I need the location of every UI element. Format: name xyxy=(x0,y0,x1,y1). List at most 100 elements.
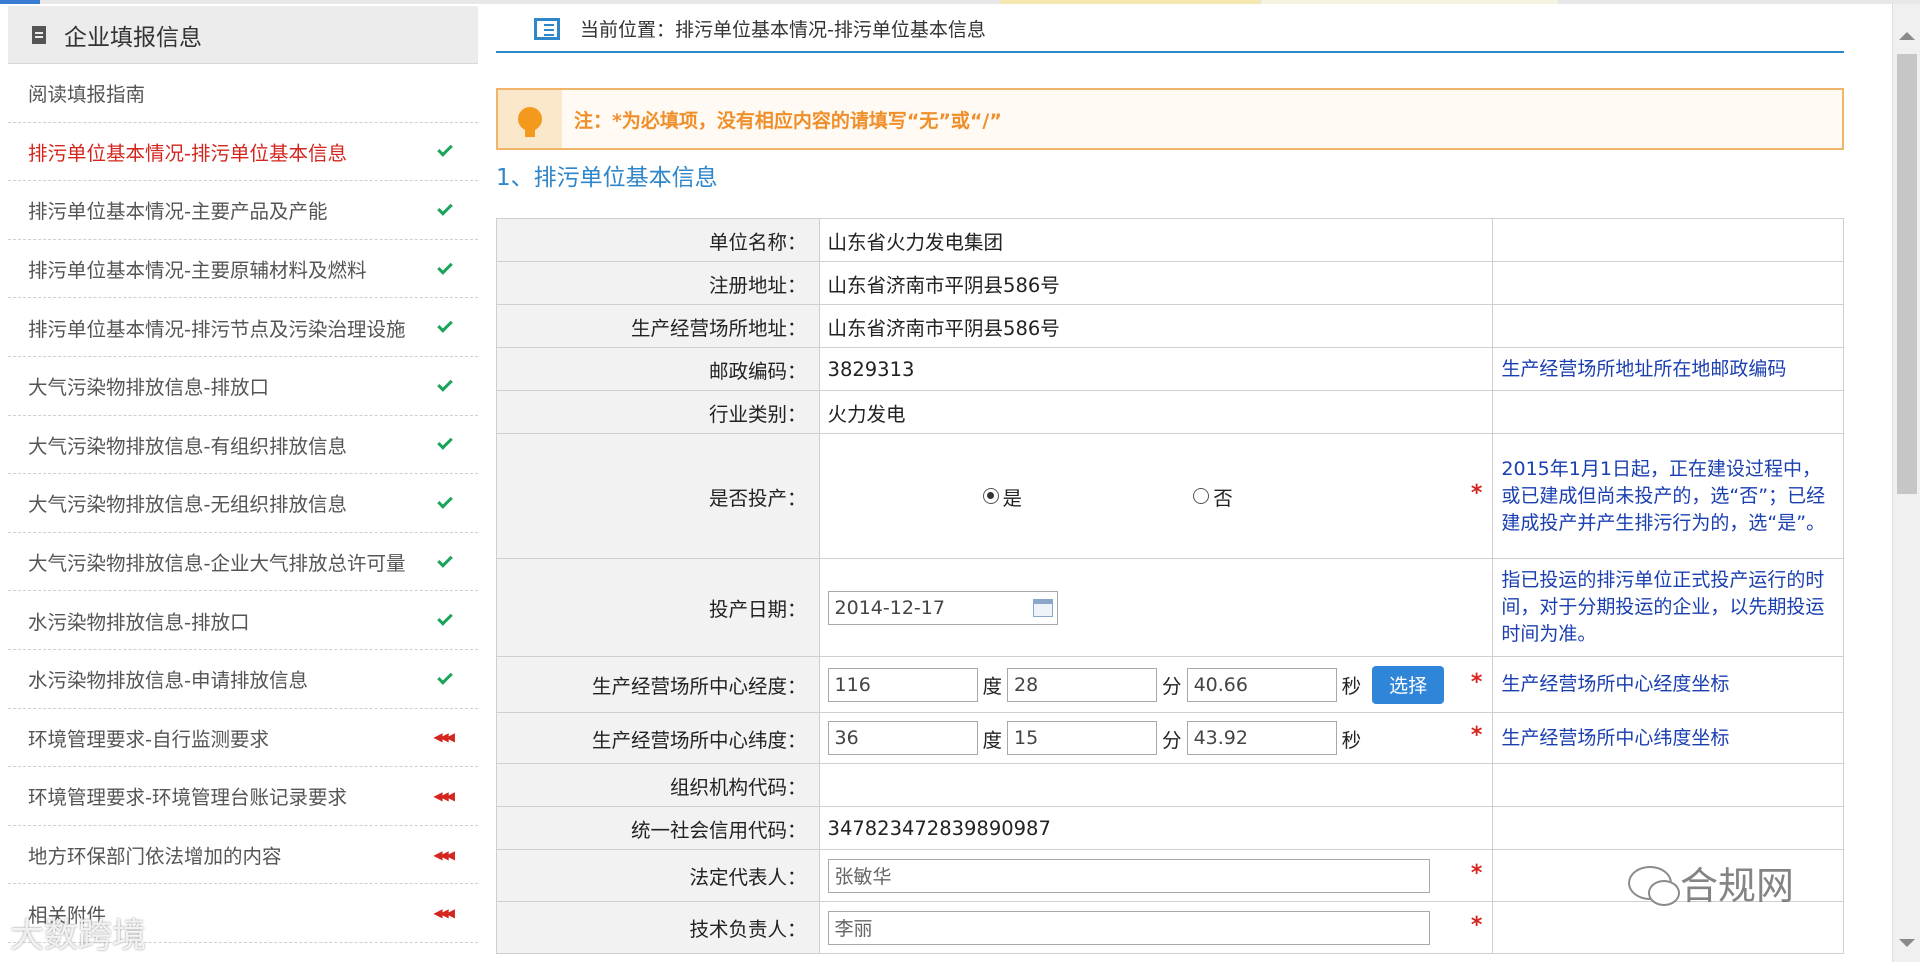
sidebar-item[interactable]: 大气污染物排放信息-有组织排放信息 xyxy=(8,416,478,475)
credit-code-hint xyxy=(1492,806,1844,850)
tech-lead-input[interactable]: 李丽 xyxy=(827,910,1430,945)
sidebar-item[interactable]: 大气污染物排放信息-无组织排放信息 xyxy=(8,474,478,533)
longitude-label: 生产经营场所中心经度： xyxy=(496,656,820,713)
scroll-up-arrow-icon[interactable] xyxy=(1899,32,1915,40)
required-asterisk: * xyxy=(1470,912,1483,938)
radio-no[interactable]: 否 xyxy=(1193,482,1233,511)
sidebar-item-label: 环境管理要求-自行监测要求 xyxy=(28,727,270,751)
in-production-hint: 2015年1月1日起，正在建设过程中，或已建成但尚未投产的，选“否”；已经建成投… xyxy=(1492,433,1844,559)
vertical-scrollbar[interactable] xyxy=(1892,4,1920,962)
latitude-sec-unit: 秒 xyxy=(1341,728,1362,752)
breadcrumb: 当前位置：排污单位基本情况-排污单位基本信息 xyxy=(496,6,1844,53)
longitude-deg-input[interactable]: 116 xyxy=(827,667,978,702)
checkmark-icon xyxy=(437,375,453,392)
sidebar-item[interactable]: 大气污染物排放信息-排放口 xyxy=(8,357,478,416)
checkmark-icon xyxy=(437,141,453,158)
in-production-value: 是 否 * xyxy=(818,433,1494,559)
radio-yes[interactable]: 是 xyxy=(982,482,1022,511)
notice-box: 注：*为必填项，没有相应内容的请填写“无”或“/” xyxy=(496,88,1844,150)
radio-yes-circle[interactable] xyxy=(982,488,999,504)
credit-code-label: 统一社会信用代码： xyxy=(496,806,820,850)
basic-info-form: 单位名称： 山东省火力发电集团 注册地址： 山东省济南市平阴县586号 生产经营… xyxy=(496,218,1844,954)
postal-code-value: 3829313 xyxy=(818,347,1494,391)
site-address-hint xyxy=(1492,304,1844,348)
org-code-value xyxy=(818,763,1494,807)
pending-arrows-icon: ◀◀◀ xyxy=(433,730,455,745)
row-credit-code: 统一社会信用代码： 347823472839890987 xyxy=(496,806,1844,850)
start-date-cell: 2014-12-17 xyxy=(818,558,1494,657)
required-asterisk: * xyxy=(1470,481,1483,506)
tech-lead-cell: 李丽 * xyxy=(818,901,1494,954)
radio-no-circle[interactable] xyxy=(1193,488,1210,504)
sidebar-item[interactable]: 水污染物排放信息-申请排放信息 xyxy=(8,650,478,709)
start-date-hint: 指已投运的排污单位正式投产运行的时间，对于分期投运的企业，以先期投运时间为准。 xyxy=(1492,558,1844,657)
credit-code-value: 347823472839890987 xyxy=(818,806,1494,850)
industry-hint xyxy=(1492,390,1844,434)
start-date-input[interactable]: 2014-12-17 xyxy=(827,590,1058,625)
sidebar-item[interactable]: 排污单位基本情况-排污单位基本信息 xyxy=(8,123,478,182)
sidebar-item[interactable]: 阅读填报指南 xyxy=(8,64,478,123)
sidebar-item[interactable]: 大气污染物排放信息-企业大气排放总许可量 xyxy=(8,533,478,592)
top-strip-tab-2 xyxy=(1262,0,1558,4)
sidebar-item-label: 阅读填报指南 xyxy=(28,83,146,107)
breadcrumb-text: 当前位置：排污单位基本情况-排污单位基本信息 xyxy=(580,19,986,41)
sidebar-item[interactable]: 环境管理要求-自行监测要求 ◀◀◀ xyxy=(8,709,478,768)
sidebar-item-label: 大气污染物排放信息-排放口 xyxy=(28,376,270,400)
row-site-address: 生产经营场所地址： 山东省济南市平阴县586号 xyxy=(496,304,1844,348)
scroll-thumb[interactable] xyxy=(1897,54,1917,494)
required-asterisk: * xyxy=(1470,723,1483,748)
window-top-strip xyxy=(0,0,1920,4)
sidebar-item-label: 水污染物排放信息-排放口 xyxy=(28,610,250,634)
wechat-icon xyxy=(1628,865,1680,906)
sidebar-item-label: 水污染物排放信息-申请排放信息 xyxy=(28,669,309,693)
legal-rep-cell: 张敏华 * xyxy=(818,849,1494,902)
select-coordinate-button[interactable]: 选择 xyxy=(1372,665,1445,704)
in-production-label: 是否投产： xyxy=(496,433,820,559)
sidebar-item[interactable]: 地方环保部门依法增加的内容 ◀◀◀ xyxy=(8,826,478,885)
industry-value: 火力发电 xyxy=(818,390,1494,434)
longitude-cell: 116 度 28 分 40.66 秒选择 * xyxy=(818,656,1494,713)
sidebar-title: 企业填报信息 xyxy=(64,24,202,51)
longitude-sec-input[interactable]: 40.66 xyxy=(1186,667,1337,702)
start-date-value: 2014-12-17 xyxy=(834,596,945,619)
sidebar-item[interactable]: 水污染物排放信息-排放口 xyxy=(8,591,478,650)
watermark-right-text: 合规网 xyxy=(1680,864,1795,908)
checkmark-icon xyxy=(437,610,453,626)
row-longitude: 生产经营场所中心经度： 116 度 28 分 40.66 秒选择 * 生产经营场所中心经度… xyxy=(496,656,1844,713)
scroll-down-arrow-icon[interactable] xyxy=(1899,939,1915,947)
checkmark-icon xyxy=(437,493,453,509)
postal-code-label: 邮政编码： xyxy=(496,347,820,391)
row-unit-name: 单位名称： 山东省火力发电集团 xyxy=(496,218,1844,262)
sidebar-item-label: 排污单位基本情况-主要产品及产能 xyxy=(28,200,328,224)
sidebar-item-label: 排污单位基本情况-主要原辅材料及燃料 xyxy=(28,259,367,283)
latitude-deg-unit: 度 xyxy=(982,728,1003,752)
sidebar-item[interactable]: 排污单位基本情况-主要原辅材料及燃料 xyxy=(8,240,478,299)
longitude-min-input[interactable]: 28 xyxy=(1007,667,1158,702)
latitude-sec-input[interactable]: 43.92 xyxy=(1186,721,1337,755)
longitude-hint: 生产经营场所中心经度坐标 xyxy=(1492,656,1844,713)
sidebar-item[interactable]: 环境管理要求-环境管理台账记录要求 ◀◀◀ xyxy=(8,767,478,826)
row-org-code: 组织机构代码： xyxy=(496,763,1844,807)
org-code-hint xyxy=(1492,763,1844,807)
pending-arrows-icon: ◀◀◀ xyxy=(433,906,455,921)
latitude-min-input[interactable]: 15 xyxy=(1007,721,1158,755)
calendar-icon[interactable] xyxy=(1032,598,1053,617)
required-asterisk: * xyxy=(1470,669,1483,695)
checkmark-icon xyxy=(437,551,453,568)
radio-no-label: 否 xyxy=(1213,486,1233,510)
row-industry: 行业类别： 火力发电 xyxy=(496,390,1844,434)
top-strip-blue xyxy=(0,0,40,4)
reg-address-value: 山东省济南市平阴县586号 xyxy=(818,261,1494,305)
legal-rep-input[interactable]: 张敏华 xyxy=(827,858,1430,893)
sidebar-item[interactable]: 排污单位基本情况-排污节点及污染治理设施 xyxy=(8,298,478,357)
main-content: 当前位置：排污单位基本情况-排污单位基本信息 注：*为必填项，没有相应内容的请填… xyxy=(496,6,1844,962)
sidebar-item[interactable]: 排污单位基本情况-主要产品及产能 xyxy=(8,181,478,240)
longitude-min-unit: 分 xyxy=(1162,675,1182,698)
reg-address-label: 注册地址： xyxy=(496,261,820,305)
sidebar-item-label: 大气污染物排放信息-无组织排放信息 xyxy=(28,493,348,517)
watermark-left: 大数跨境 xyxy=(10,916,146,956)
org-code-label: 组织机构代码： xyxy=(496,763,820,807)
tech-lead-label: 技术负责人： xyxy=(496,901,820,954)
latitude-deg-input[interactable]: 36 xyxy=(827,721,978,755)
unit-name-value: 山东省火力发电集团 xyxy=(818,218,1494,262)
